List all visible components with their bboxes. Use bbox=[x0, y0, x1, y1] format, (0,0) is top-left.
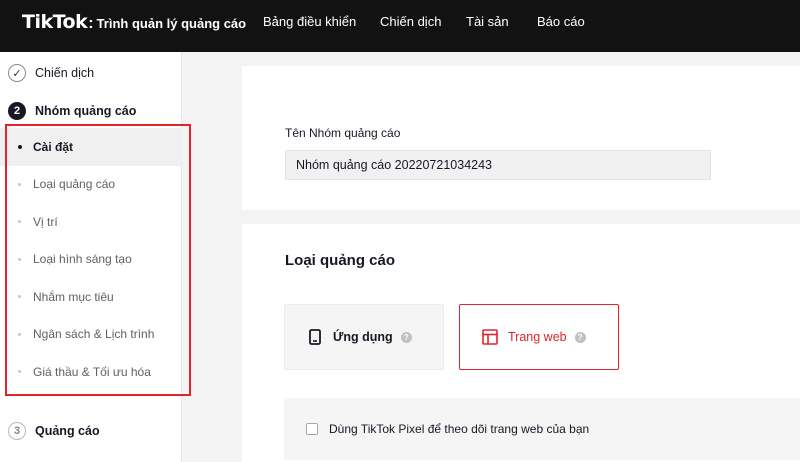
substep-targeting[interactable]: Nhắm mục tiêu bbox=[0, 278, 182, 316]
mobile-icon bbox=[307, 329, 323, 345]
substep-label: Loại quảng cáo bbox=[33, 177, 116, 192]
ad-type-website-option[interactable]: Trang web ? bbox=[459, 304, 619, 370]
nav-reports[interactable]: Báo cáo bbox=[537, 14, 585, 29]
substep-label: Nhắm mục tiêu bbox=[33, 289, 114, 304]
nav-dashboard[interactable]: Bảng điều khiển bbox=[263, 14, 356, 29]
bullet-icon bbox=[18, 257, 21, 261]
nav-assets[interactable]: Tài sản bbox=[466, 14, 509, 29]
step-ad-group[interactable]: 2 Nhóm quảng cáo bbox=[8, 102, 136, 120]
tiktok-pixel-label: Dùng TikTok Pixel để theo dõi trang web … bbox=[329, 422, 590, 436]
tiktok-pixel-row: Dùng TikTok Pixel để theo dõi trang web … bbox=[284, 398, 800, 460]
help-icon[interactable]: ? bbox=[400, 331, 412, 343]
substep-creative-type[interactable]: Loại hình sáng tạo bbox=[0, 241, 182, 279]
ad-type-card: Loại quảng cáo Ứng dụng ? Trang web ? Dù… bbox=[242, 224, 800, 462]
step-ad-group-label: Nhóm quảng cáo bbox=[35, 104, 137, 118]
ad-group-name-card: Tên Nhóm quảng cáo bbox=[242, 66, 800, 210]
ad-group-substeps: Cài đặt Loại quảng cáo Vị trí Loại hình … bbox=[0, 128, 182, 391]
ad-type-title: Loại quảng cáo bbox=[285, 252, 396, 269]
substep-settings[interactable]: Cài đặt bbox=[0, 128, 182, 166]
ad-type-app-option[interactable]: Ứng dụng ? bbox=[284, 304, 444, 370]
check-icon: ✓ bbox=[8, 64, 26, 82]
bullet-icon bbox=[18, 295, 21, 299]
substep-placement[interactable]: Vị trí bbox=[0, 203, 182, 241]
substep-label: Vị trí bbox=[33, 214, 58, 229]
bullet-icon bbox=[18, 370, 21, 374]
nav-campaigns[interactable]: Chiến dịch bbox=[380, 14, 441, 29]
webpage-icon bbox=[482, 329, 498, 345]
logo-text: TikTok bbox=[22, 11, 88, 33]
ad-type-website-label: Trang web bbox=[508, 330, 567, 344]
bullet-icon bbox=[18, 182, 21, 186]
ad-type-app-label: Ứng dụng bbox=[333, 330, 393, 344]
substep-label: Cài đặt bbox=[33, 139, 74, 154]
step-ad[interactable]: 3 Quảng cáo bbox=[8, 422, 100, 440]
help-icon[interactable]: ? bbox=[574, 331, 586, 343]
step-number-badge: 2 bbox=[8, 102, 26, 120]
tiktok-logo[interactable]: TikTok : Trình quản lý quảng cáo bbox=[22, 11, 246, 33]
bullet-icon bbox=[18, 220, 21, 224]
ad-group-name-input[interactable] bbox=[285, 150, 711, 180]
step-number-badge: 3 bbox=[8, 422, 26, 440]
substep-label: Ngân sách & Lịch trình bbox=[33, 327, 155, 342]
substep-label: Loại hình sáng tạo bbox=[33, 252, 132, 267]
substep-label: Giá thầu & Tối ưu hóa bbox=[33, 364, 151, 379]
step-ad-label: Quảng cáo bbox=[35, 424, 100, 438]
step-campaign[interactable]: ✓ Chiến dịch bbox=[8, 64, 94, 82]
substep-bidding-optimization[interactable]: Giá thầu & Tối ưu hóa bbox=[0, 353, 182, 391]
logo-colon: : bbox=[88, 15, 94, 32]
substep-ad-type[interactable]: Loại quảng cáo bbox=[0, 166, 182, 204]
logo-subtitle: Trình quản lý quảng cáo bbox=[96, 16, 247, 31]
bullet-icon bbox=[18, 144, 22, 149]
step-campaign-label: Chiến dịch bbox=[35, 66, 95, 80]
bullet-icon bbox=[18, 332, 21, 336]
ad-group-name-label: Tên Nhóm quảng cáo bbox=[285, 126, 401, 140]
substep-budget-schedule[interactable]: Ngân sách & Lịch trình bbox=[0, 316, 182, 354]
setup-sidebar: ✓ Chiến dịch 2 Nhóm quảng cáo Cài đặt Lo… bbox=[0, 52, 182, 462]
top-bar: TikTok : Trình quản lý quảng cáo Bảng đi… bbox=[0, 0, 800, 52]
tiktok-pixel-checkbox[interactable] bbox=[306, 423, 318, 435]
